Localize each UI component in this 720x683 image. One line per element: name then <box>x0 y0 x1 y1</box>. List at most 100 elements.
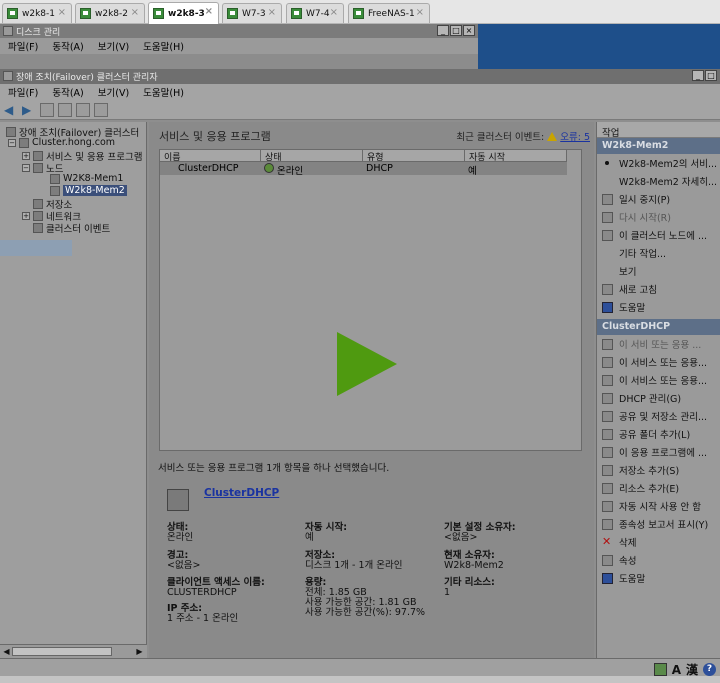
menu-file[interactable]: 파일(F) <box>8 85 38 99</box>
action-pane-icon[interactable] <box>94 102 108 117</box>
play-icon[interactable] <box>337 332 397 396</box>
action-label: 보기 <box>619 267 637 278</box>
detail-default-owner: 기본 설정 소유자: <없음> <box>444 523 516 543</box>
tab-close-icon[interactable]: × <box>205 6 213 17</box>
help-icon[interactable] <box>76 102 90 117</box>
navigation-tree[interactable]: 장애 조치(Failover) 클러스터 − Cluster.hong.com +… <box>0 122 147 658</box>
column-header-status[interactable]: 상태 <box>261 150 363 163</box>
action-item[interactable]: 리소스 추가(E) <box>597 479 720 497</box>
scroll-thumb[interactable] <box>12 647 112 656</box>
column-header-autostart[interactable]: 자동 시작 <box>465 150 567 163</box>
action-item[interactable]: 도움말 <box>597 298 720 316</box>
cluster-window-titlebar[interactable]: 장애 조치(Failover) 클러스터 관리자 _ □ <box>0 69 720 84</box>
disk-window-titlebar[interactable]: 디스크 관리 _ □ × <box>0 24 478 38</box>
forward-arrow-icon[interactable]: ▶ <box>22 103 36 117</box>
action-item[interactable]: 공유 및 저장소 관리... <box>597 407 720 425</box>
tab-close-icon[interactable]: × <box>131 7 139 18</box>
action-item[interactable]: 일시 중지(P) <box>597 190 720 208</box>
minimize-button[interactable]: _ <box>437 25 449 36</box>
tree-label: W2K8-Mem1 <box>63 173 124 184</box>
vm-icon <box>153 8 164 19</box>
up-folder-icon[interactable] <box>40 102 54 117</box>
expand-toggle[interactable]: + <box>22 212 30 220</box>
action-item[interactable]: 이 서비 또는 응용 ... <box>597 335 720 353</box>
expand-toggle[interactable]: + <box>22 152 30 160</box>
disk-management-window[interactable]: 디스크 관리 _ □ × 파일(F) 동작(A) 보기(V) 도움말(H) <box>0 24 478 70</box>
action-item[interactable]: 이 서비스 또는 응용... <box>597 371 720 389</box>
menu-file[interactable]: 파일(F) <box>8 39 38 53</box>
tab-close-icon[interactable]: × <box>268 7 276 18</box>
column-header-name[interactable]: 이름 <box>160 150 261 163</box>
menu-view[interactable]: 보기(V) <box>98 39 129 53</box>
help-icon <box>602 301 613 313</box>
nodes-icon <box>33 163 43 173</box>
action-item[interactable]: ✕ 삭제 <box>597 533 720 551</box>
action-item[interactable]: 새로 고침 <box>597 280 720 298</box>
show-hide-tree-icon[interactable] <box>58 102 72 117</box>
action-item[interactable]: W2k8-Mem2의 서비... <box>597 154 720 172</box>
minimize-button[interactable]: _ <box>692 70 704 81</box>
section-header-node[interactable]: W2k8-Mem2 <box>597 138 720 154</box>
tab-w7-4[interactable]: W7-4 × <box>286 3 344 23</box>
tree-events[interactable]: 클러스터 이벤트 <box>33 221 110 235</box>
action-item[interactable]: 종속성 보고서 표시(Y) <box>597 515 720 533</box>
table-row[interactable]: ClusterDHCP 온라인 DHCP 예 <box>160 162 567 177</box>
action-item[interactable]: 기타 작업... <box>597 244 720 262</box>
maximize-button[interactable]: □ <box>450 25 462 36</box>
ime-icon[interactable] <box>653 663 667 676</box>
value: 예 <box>305 532 314 543</box>
menu-help[interactable]: 도움말(H) <box>143 39 184 53</box>
menu-view[interactable]: 보기(V) <box>98 85 129 99</box>
events-link[interactable]: 오류: 5 <box>560 132 590 143</box>
action-item[interactable]: 이 응용 프로그램에 ... <box>597 443 720 461</box>
column-header-type[interactable]: 유형 <box>363 150 465 163</box>
action-item[interactable]: W2k8-Mem2 자세히... <box>597 172 720 190</box>
tab-close-icon[interactable]: × <box>58 7 66 18</box>
services-list[interactable]: 이름 상태 유형 자동 시작 ClusterDHCP 온라인 DHCP 예 <box>159 149 582 451</box>
tab-w2k8-1[interactable]: w2k8-1 × <box>2 3 72 23</box>
action-item[interactable]: 도움말 <box>597 569 720 587</box>
scroll-left-icon[interactable]: ◀ <box>1 646 12 657</box>
tab-close-icon[interactable]: × <box>416 7 424 18</box>
action-item[interactable]: 보기 <box>597 262 720 280</box>
tab-close-icon[interactable]: × <box>330 7 338 18</box>
menu-action[interactable]: 동작(A) <box>52 39 83 53</box>
tree-cluster[interactable]: − Cluster.hong.com <box>8 137 115 148</box>
action-item[interactable]: 공유 폴더 추가(L) <box>597 425 720 443</box>
collapse-toggle[interactable]: − <box>22 164 30 172</box>
tab-w7-3[interactable]: W7-3 × <box>222 3 282 23</box>
help-icon[interactable]: ? <box>703 663 716 676</box>
value: 디스크 1개 - 1개 온라인 <box>305 560 403 571</box>
action-item[interactable]: 자동 시작 사용 안 함 <box>597 497 720 515</box>
browser-tab-bar: w2k8-1 × w2k8-2 × w2k8-3 × W7-3 × W7-4 × Free… <box>0 0 720 24</box>
menu-action[interactable]: 동작(A) <box>52 85 83 99</box>
action-item[interactable]: 저장소 추가(S) <box>597 461 720 479</box>
tree-node-mem1[interactable]: W2K8-Mem1 <box>50 173 123 184</box>
tab-w2k8-2[interactable]: w2k8-2 × <box>75 3 145 23</box>
action-item[interactable]: 속성 <box>597 551 720 569</box>
action-item[interactable]: 이 클러스터 노드에 ... <box>597 226 720 244</box>
close-button[interactable]: × <box>463 25 475 36</box>
action-item[interactable]: DHCP 관리(G) <box>597 389 720 407</box>
value: W2k8-Mem2 <box>444 560 504 571</box>
back-arrow-icon[interactable]: ◀ <box>4 103 18 117</box>
tree-node-mem2[interactable]: W2k8-Mem2 <box>50 185 127 196</box>
tree-scrollbar[interactable]: ◀ ▶ <box>0 644 147 658</box>
collapse-toggle[interactable]: − <box>8 138 16 147</box>
lang-a-icon[interactable]: A <box>672 663 681 677</box>
label: 기타 리소스: <box>444 577 495 588</box>
detail-title-link[interactable]: ClusterDHCP <box>204 487 279 499</box>
action-item[interactable]: 다시 시작(R) <box>597 208 720 226</box>
value: <없음> <box>444 532 478 543</box>
action-item[interactable]: 이 서비스 또는 응용... <box>597 353 720 371</box>
cell-status: 온라인 <box>277 166 304 177</box>
tab-freenas-1[interactable]: FreeNAS-1 × <box>348 3 430 23</box>
scroll-right-icon[interactable]: ▶ <box>134 646 145 657</box>
section-header-service[interactable]: ClusterDHCP <box>597 319 720 335</box>
vm-icon <box>80 8 91 19</box>
menu-help[interactable]: 도움말(H) <box>143 85 184 99</box>
node-icon <box>602 229 613 241</box>
tab-w2k8-3[interactable]: w2k8-3 × <box>148 2 219 24</box>
bullet-icon <box>602 158 613 169</box>
maximize-button[interactable]: □ <box>705 70 717 81</box>
